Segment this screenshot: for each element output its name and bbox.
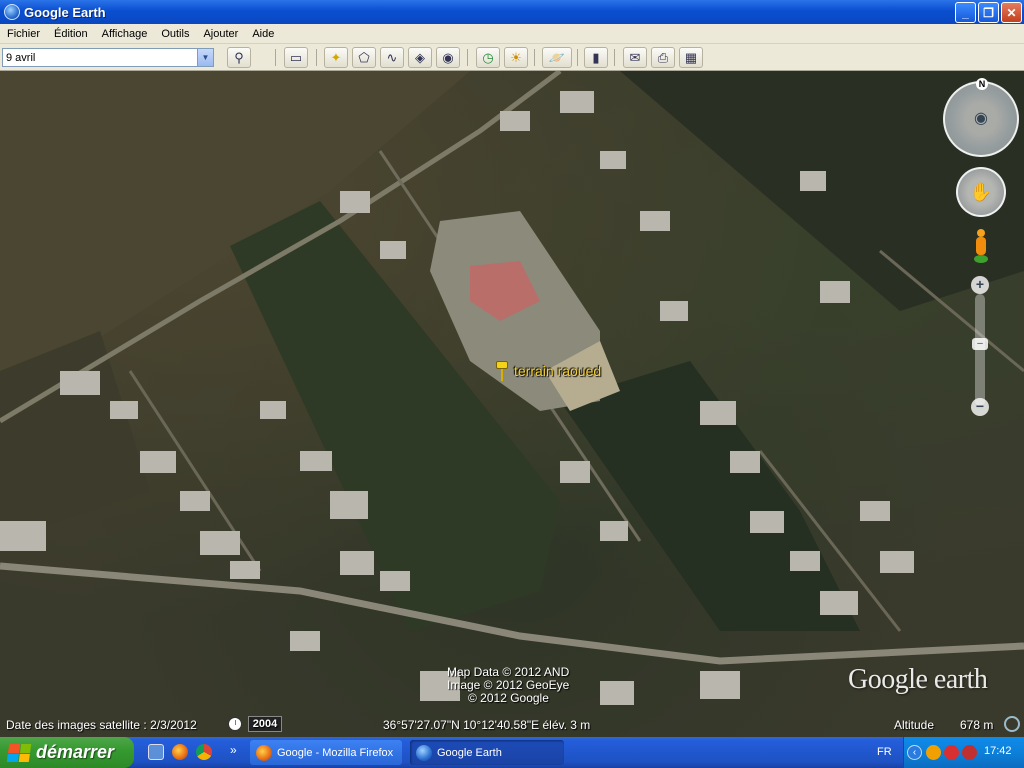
task-firefox[interactable]: Google - Mozilla Firefox	[250, 740, 402, 765]
maximize-button[interactable]: ❐	[978, 2, 999, 23]
toolbar-separator	[275, 49, 276, 66]
satellite-imagery	[0, 71, 1024, 705]
sunlight-icon: ☀	[510, 49, 522, 65]
quicklaunch-more-icon[interactable]: »	[230, 743, 237, 757]
tray-app-icon[interactable]	[926, 745, 941, 760]
menu-edition[interactable]: Édition	[47, 28, 95, 40]
start-button[interactable]: démarrer	[0, 737, 134, 768]
pushpin-icon	[492, 359, 512, 383]
toolbar: 9 avril ▼ ⚲ ▭ ✦ ⬠ ∿ ◈ ◉ ◷ ☀ 🪐 ▮ ✉ ⎙ ▦	[0, 44, 1024, 71]
task-label: Google Earth	[437, 746, 502, 759]
task-label: Google - Mozilla Firefox	[277, 746, 394, 759]
email-button[interactable]: ✉	[623, 47, 647, 68]
add-overlay-button[interactable]: ◈	[408, 47, 432, 68]
chevron-down-icon[interactable]: ▼	[197, 49, 213, 66]
streaming-status-icon	[1004, 716, 1020, 732]
record-tour-icon: ◉	[442, 49, 454, 65]
start-label: démarrer	[36, 742, 115, 762]
google-earth-logo: Google earth	[848, 664, 988, 695]
imagery-credits: Map Data © 2012 AND Image © 2012 GeoEye …	[447, 666, 569, 705]
menu-affichage[interactable]: Affichage	[95, 28, 155, 40]
search-icon: ⚲	[234, 49, 244, 65]
zoom-in-button[interactable]: +	[971, 276, 989, 294]
menu-bar: Fichier Édition Affichage Outils Ajouter…	[0, 24, 1024, 44]
view-in-maps-icon: ▦	[684, 49, 698, 65]
imagery-date: Date des images satellite : 2/3/2012	[6, 718, 197, 732]
historical-clock-icon[interactable]	[228, 717, 242, 731]
altitude-label: Altitude	[894, 718, 935, 732]
zoom-out-button[interactable]: −	[971, 398, 989, 416]
planet-switch-icon: 🪐	[548, 49, 566, 65]
street-view-pegman-icon[interactable]	[974, 229, 988, 265]
print-icon: ⎙	[657, 49, 669, 65]
north-indicator[interactable]: N	[976, 78, 988, 90]
tray-security-icon[interactable]	[944, 745, 959, 760]
menu-ajouter[interactable]: Ajouter	[196, 28, 245, 40]
eye-icon[interactable]: ◉	[969, 108, 993, 130]
google-earth-icon	[4, 4, 20, 20]
record-tour-button[interactable]: ◉	[436, 47, 460, 68]
add-placemark-icon: ✦	[330, 49, 342, 65]
placemark[interactable]: terrain raoued	[492, 359, 601, 383]
add-overlay-icon: ◈	[415, 49, 425, 65]
add-placemark-button[interactable]: ✦	[324, 47, 348, 68]
search-combobox[interactable]: 9 avril ▼	[2, 48, 214, 67]
chrome-icon[interactable]	[196, 744, 212, 760]
title-bar: Google Earth _ ❐ ✕	[0, 0, 1024, 24]
search-button[interactable]: ⚲	[227, 47, 251, 68]
menu-aide[interactable]: Aide	[245, 28, 281, 40]
sunlight-button[interactable]: ☀	[504, 47, 528, 68]
language-indicator[interactable]: FR	[877, 746, 892, 758]
search-value[interactable]: 9 avril	[3, 52, 197, 64]
toolbar-separator	[534, 49, 535, 66]
altitude-value: 678 m	[960, 718, 994, 732]
ruler-icon: ▮	[592, 49, 600, 65]
historical-imagery-button[interactable]: ◷	[476, 47, 500, 68]
tray-antivirus-icon[interactable]	[962, 745, 977, 760]
close-button[interactable]: ✕	[1001, 2, 1022, 23]
placemark-label[interactable]: terrain raoued	[514, 363, 601, 379]
add-polygon-icon: ⬠	[358, 49, 370, 65]
move-joystick[interactable]: ✋	[956, 167, 1006, 217]
add-polygon-button[interactable]: ⬠	[352, 47, 376, 68]
email-icon: ✉	[629, 49, 641, 65]
ruler-button[interactable]: ▮	[584, 47, 608, 68]
minimize-button[interactable]: _	[955, 2, 976, 23]
window-controls: _ ❐ ✕	[955, 2, 1022, 23]
windows-flag-icon	[6, 743, 32, 762]
planet-switch-button[interactable]: 🪐	[542, 47, 572, 68]
view-in-maps-button[interactable]: ▦	[679, 47, 703, 68]
firefox-icon	[256, 744, 272, 761]
toolbar-separator	[614, 49, 615, 66]
tray-expand-icon[interactable]: ‹	[907, 745, 922, 760]
zoom-slider-track[interactable]	[975, 294, 985, 406]
menu-fichier[interactable]: Fichier	[0, 28, 47, 40]
historical-imagery-icon: ◷	[482, 49, 494, 65]
taskbar: démarrer » Google - Mozilla Firefox Goog…	[0, 737, 1024, 768]
add-path-icon: ∿	[386, 49, 398, 65]
sidebar-toggle-button[interactable]: ▭	[284, 47, 308, 68]
window-title: Google Earth	[24, 4, 106, 20]
toolbar-separator	[467, 49, 468, 66]
status-bar: Date des images satellite : 2/3/2012 200…	[0, 714, 1024, 737]
google-earth-icon	[416, 744, 432, 761]
toolbar-separator	[316, 49, 317, 66]
firefox-icon[interactable]	[172, 744, 188, 760]
add-path-button[interactable]: ∿	[380, 47, 404, 68]
system-clock[interactable]: 17:42	[984, 745, 1012, 757]
menu-outils[interactable]: Outils	[154, 28, 196, 40]
credit-line-3: © 2012 Google	[468, 691, 549, 705]
earth-view[interactable]: terrain raoued	[0, 71, 1024, 737]
imagery-year-badge[interactable]: 2004	[248, 716, 282, 732]
coordinates-readout: 36°57'27.07"N 10°12'40.58"E élév. 3 m	[383, 718, 591, 732]
task-google-earth[interactable]: Google Earth	[410, 740, 564, 765]
toolbar-separator	[577, 49, 578, 66]
show-desktop-icon[interactable]	[148, 744, 164, 760]
system-tray: ‹ 17:42	[903, 737, 1024, 768]
field-west	[0, 331, 150, 541]
zoom-slider-thumb[interactable]: –	[972, 338, 988, 350]
sidebar-toggle-icon: ▭	[289, 49, 303, 65]
print-button[interactable]: ⎙	[651, 47, 675, 68]
hand-icon: ✋	[969, 181, 993, 202]
